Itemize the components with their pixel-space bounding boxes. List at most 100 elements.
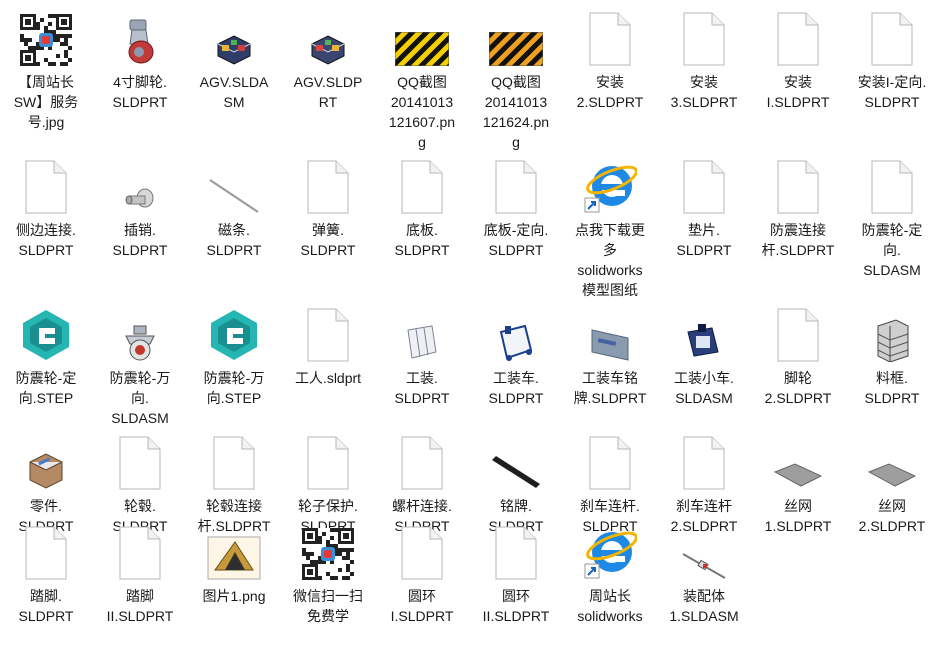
- file-name-label: 安装 2.SLDPRT: [576, 74, 644, 110]
- file-item[interactable]: 踏脚 II.SLDPRT: [94, 522, 186, 626]
- file-item[interactable]: 底板-定向. SLDPRT: [470, 156, 562, 260]
- file-item[interactable]: 安装 3.SLDPRT: [658, 8, 750, 112]
- file-item[interactable]: 工人.sldprt: [282, 304, 374, 388]
- file-name-label: AGV.SLDP RT: [293, 74, 363, 110]
- file-item[interactable]: 插销. SLDPRT: [94, 156, 186, 260]
- blank-file-icon: [282, 304, 374, 362]
- blank-file-icon: [0, 522, 92, 580]
- file-name-label: 防震连接 杆.SLDPRT: [761, 222, 835, 258]
- file-item[interactable]: 底板. SLDPRT: [376, 156, 468, 260]
- file-item[interactable]: 周站长 solidworks: [564, 522, 656, 626]
- file-item[interactable]: 零件. SLDPRT: [0, 432, 92, 536]
- file-name-label: 脚轮 2.SLDPRT: [764, 370, 832, 406]
- file-name-label: 防震轮-万 向. SLDASM: [109, 370, 171, 426]
- file-name-label: 防震轮-定 向. SLDASM: [861, 222, 923, 278]
- file-item[interactable]: 料框. SLDPRT: [846, 304, 932, 408]
- file-item[interactable]: 防震轮-万 向. SLDASM: [94, 304, 186, 428]
- file-name-label: 4寸脚轮. SLDPRT: [112, 74, 168, 110]
- file-name-label: 底板. SLDPRT: [394, 222, 450, 258]
- file-item[interactable]: 防震轮-万 向.STEP: [188, 304, 280, 408]
- file-item[interactable]: 安装 I.SLDPRT: [752, 8, 844, 112]
- file-item[interactable]: 【周站长 SW】服务 号.jpg: [0, 8, 92, 132]
- blank-file-icon: [658, 8, 750, 66]
- hazard-stripe-orange-image-icon: [470, 8, 562, 66]
- file-item[interactable]: 轮毂. SLDPRT: [94, 432, 186, 536]
- file-item[interactable]: 装配体 1.SLDASM: [658, 522, 750, 626]
- file-item[interactable]: 铭牌. SLDPRT: [470, 432, 562, 536]
- material-rack-model-icon: [846, 304, 932, 362]
- file-item[interactable]: 轮子保护. SLDPRT: [282, 432, 374, 536]
- file-item[interactable]: 刹车连杆 2.SLDPRT: [658, 432, 750, 536]
- small-cart-model-icon: [658, 304, 750, 362]
- file-item[interactable]: 脚轮 2.SLDPRT: [752, 304, 844, 408]
- blank-file-icon: [470, 522, 562, 580]
- blank-file-icon: [846, 8, 932, 66]
- file-name-label: 安装I-定向. SLDPRT: [857, 74, 927, 110]
- file-item[interactable]: QQ截图 20141013 121624.pn g: [470, 8, 562, 152]
- blank-file-icon: [94, 432, 186, 490]
- file-item[interactable]: 踏脚. SLDPRT: [0, 522, 92, 626]
- file-name-label: QQ截图 20141013 121624.pn g: [482, 74, 550, 150]
- file-item[interactable]: 4寸脚轮. SLDPRT: [94, 8, 186, 112]
- file-item[interactable]: 刹车连杆. SLDPRT: [564, 432, 656, 536]
- blank-file-icon: [658, 156, 750, 214]
- fixture-cart-model-icon: [470, 304, 562, 362]
- file-name-label: 丝网 2.SLDPRT: [858, 498, 926, 534]
- file-item[interactable]: 图片1.png: [188, 522, 280, 606]
- shock-wheel-model-icon: [94, 304, 186, 362]
- file-name-label: 圆环 I.SLDPRT: [390, 588, 454, 624]
- blank-file-icon: [282, 432, 374, 490]
- file-name-label: 图片1.png: [202, 588, 266, 604]
- file-name-label: 工装车. SLDPRT: [488, 370, 544, 406]
- file-item[interactable]: 点我下载更多 solidworks 模型图纸: [564, 156, 656, 300]
- file-item[interactable]: 安装 2.SLDPRT: [564, 8, 656, 112]
- file-item[interactable]: 丝网 2.SLDPRT: [846, 432, 932, 536]
- file-item[interactable]: AGV.SLDA SM: [188, 8, 280, 112]
- blank-file-icon: [376, 156, 468, 214]
- file-item[interactable]: AGV.SLDP RT: [282, 8, 374, 112]
- file-item[interactable]: 安装I-定向. SLDPRT: [846, 8, 932, 112]
- blank-file-icon: [564, 432, 656, 490]
- blank-file-icon: [376, 432, 468, 490]
- hazard-stripe-image-icon: [376, 8, 468, 66]
- file-name-label: 弹簧. SLDPRT: [300, 222, 356, 258]
- file-icon-grid: 【周站长 SW】服务 号.jpg 4寸脚轮. SLDPRT AGV.SLDA SM AG…: [0, 0, 932, 648]
- part-box-model-icon: [0, 432, 92, 490]
- file-item[interactable]: 工装小车. SLDASM: [658, 304, 750, 408]
- file-name-label: 点我下载更多 solidworks 模型图纸: [575, 222, 645, 298]
- file-item[interactable]: 工装. SLDPRT: [376, 304, 468, 408]
- nameplate-model-icon: [564, 304, 656, 362]
- file-item[interactable]: 防震轮-定 向.STEP: [0, 304, 92, 408]
- file-item[interactable]: 工装车铭 牌.SLDPRT: [564, 304, 656, 408]
- step-file-logo-icon: [188, 304, 280, 362]
- file-item[interactable]: 圆环 II.SLDPRT: [470, 522, 562, 626]
- file-item[interactable]: 侧边连接. SLDPRT: [0, 156, 92, 260]
- file-name-label: 垫片. SLDPRT: [676, 222, 732, 258]
- file-item[interactable]: QQ截图 20141013 121607.pn g: [376, 8, 468, 152]
- file-item[interactable]: 螺杆连接. SLDPRT: [376, 432, 468, 536]
- file-item[interactable]: 丝网 1.SLDPRT: [752, 432, 844, 536]
- file-item[interactable]: 工装车. SLDPRT: [470, 304, 562, 408]
- file-name-label: 圆环 II.SLDPRT: [482, 588, 550, 624]
- file-item[interactable]: 防震轮-定 向. SLDASM: [846, 156, 932, 280]
- file-item[interactable]: 微信扫一扫 免费学: [282, 522, 374, 626]
- internet-explorer-shortcut-icon: [564, 522, 656, 580]
- file-name-label: 丝网 1.SLDPRT: [764, 498, 832, 534]
- blank-file-icon: [658, 432, 750, 490]
- file-item[interactable]: 弹簧. SLDPRT: [282, 156, 374, 260]
- agv-assembly-model-icon: [188, 8, 280, 66]
- file-name-label: 微信扫一扫 免费学: [293, 588, 363, 624]
- file-item[interactable]: 磁条. SLDPRT: [188, 156, 280, 260]
- file-item[interactable]: 垫片. SLDPRT: [658, 156, 750, 260]
- blank-file-icon: [752, 8, 844, 66]
- file-item[interactable]: 圆环 I.SLDPRT: [376, 522, 468, 626]
- file-name-label: 周站长 solidworks: [577, 588, 643, 624]
- fixture-frame-model-icon: [376, 304, 468, 362]
- wire-mesh-model-icon: [846, 432, 932, 490]
- file-item[interactable]: 防震连接 杆.SLDPRT: [752, 156, 844, 260]
- step-file-logo-icon: [0, 304, 92, 362]
- file-name-label: 踏脚 II.SLDPRT: [106, 588, 174, 624]
- black-bar-model-icon: [470, 432, 562, 490]
- blank-file-icon: [752, 304, 844, 362]
- file-item[interactable]: 轮毂连接 杆.SLDPRT: [188, 432, 280, 536]
